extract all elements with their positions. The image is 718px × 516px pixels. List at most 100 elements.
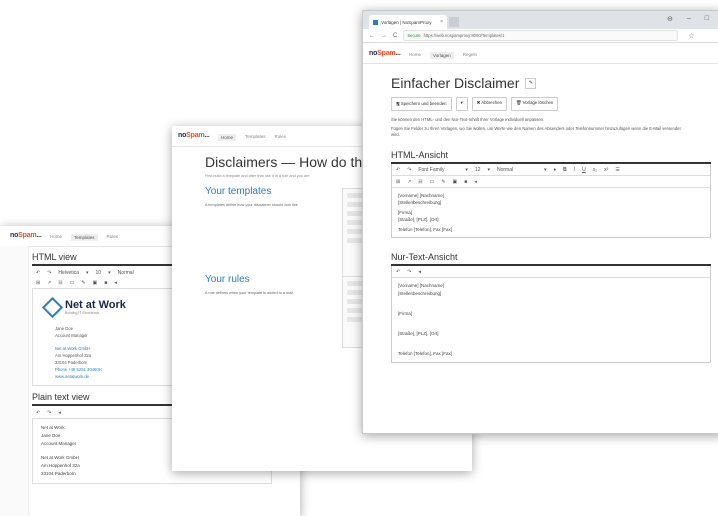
minimize-button[interactable]: – [687,15,691,23]
frame-icon[interactable]: ▭ [70,280,75,286]
side-strip [0,246,29,516]
font-family-select[interactable]: Helvetica [58,270,79,276]
templates-heading[interactable]: Your templates [205,186,271,197]
editor-line: [Straße], [PLZ], [Ort] [398,331,439,336]
logo-mark-icon [41,296,64,319]
editor-line: Telefon [Telefon], Fax [Fax] [398,227,453,232]
align-icon[interactable]: ☰ [615,167,619,173]
nav-home[interactable]: Home [409,52,421,59]
template-editor: Einfacher Disclaimer ✎ 🖫 Speichern und b… [391,63,711,363]
nospam-logo[interactable]: noSpam... [178,132,210,139]
chevron-down-icon[interactable]: ▾ [487,167,490,173]
new-tab-button[interactable] [449,17,459,27]
browser-tabstrip: Vorlagen | NoSpamProxy × ⊖ – □ [363,11,718,29]
maximize-button[interactable]: □ [705,15,709,23]
forward-icon[interactable]: → [381,33,387,39]
table-icon[interactable]: ⊞ [36,280,40,286]
nav-vorlagen[interactable]: Vorlagen [430,52,454,59]
editor-line: [Straße], [PLZ], [Ort] [398,217,439,222]
bookmark-star-icon[interactable]: ☆ [688,32,694,40]
redo-icon[interactable]: ↷ [407,269,411,275]
underline-icon[interactable]: U [582,167,586,173]
field-icon[interactable]: ◂ [114,280,117,286]
font-size-select[interactable]: 10 [96,270,102,276]
undo-icon[interactable]: ↶ [396,167,400,173]
save-dropdown-button[interactable]: ▾ [455,97,468,111]
close-tab-icon[interactable]: × [440,19,443,25]
undo-icon[interactable]: ↶ [396,269,400,275]
field-icon[interactable]: ◂ [58,410,61,416]
chevron-down-icon[interactable]: ▾ [544,167,547,173]
grid-icon[interactable]: ⊟ [418,179,422,185]
editor-line: [Vorname] [Nachname] [398,193,445,198]
link-icon[interactable]: ↗ [407,179,411,185]
page-title-row: Einfacher Disclaimer ✎ [391,75,711,91]
nav-home[interactable]: Home [50,234,62,241]
image-icon[interactable]: ▣ [93,280,98,286]
nospam-logo[interactable]: noSpam... [10,232,42,239]
nav-templates[interactable]: Templates [71,234,98,241]
bold-icon[interactable]: B [563,167,567,173]
main-nav: Home Templates Rules [218,134,286,141]
undo-icon[interactable]: ↶ [36,410,40,416]
redo-icon[interactable]: ↷ [47,410,51,416]
italic-icon[interactable]: I [574,167,575,173]
nav-home[interactable]: Home [218,134,237,141]
nav-regeln[interactable]: Regeln [463,52,477,59]
table-icon[interactable]: ⊞ [396,179,400,185]
edit-title-icon[interactable]: ✎ [525,77,537,89]
plain-editor-panel: ↶ ↷ ◂ [Vorname] [Nachname] [Stellenbesch… [391,266,711,363]
image-icon[interactable]: ▣ [453,179,458,185]
field-icon[interactable]: ◂ [474,179,477,185]
link-icon[interactable]: ↗ [47,280,51,286]
url-text: https://web.nospamproxy:8000/Templates/1 [423,33,505,38]
color-icon[interactable]: ♦ [554,167,557,173]
plain-editor-body[interactable]: [Vorname] [Nachname] [Stellenbeschreibun… [392,278,710,362]
editor-line: [Firma] [398,210,412,215]
delete-template-button[interactable]: 🗑 Vorlage löschen [511,97,559,111]
html-toolbar: ↶ ↷ Font Family ▾ 12 ▾ Normal ▾ ♦ B I U … [392,164,710,176]
reload-icon[interactable]: C [393,33,397,39]
editor-line: [Stellenbeschreibung] [398,200,442,205]
editor-line: [Stellenbeschreibung] [398,291,442,296]
back-icon[interactable]: ← [369,33,375,39]
editor-line: [Firma] [398,311,412,316]
video-icon[interactable]: ■ [104,280,107,286]
format-select[interactable]: Normal [497,167,537,173]
browser-tab[interactable]: Vorlagen | NoSpamProxy × [369,15,447,29]
nav-rules[interactable]: Rules [275,134,287,141]
editor-line: Telefon [Telefon], Fax [Fax] [398,351,453,356]
nospam-logo[interactable]: noSpam... [369,50,401,57]
nav-rules[interactable]: Rules [107,234,119,241]
cancel-button[interactable]: ✖ Abbrechen [471,97,508,111]
profile-icon[interactable]: ⊖ [667,15,673,23]
url-field[interactable]: Secure https://web.nospamproxy:8000/Temp… [403,30,679,41]
redo-icon[interactable]: ↷ [407,167,411,173]
font-size-select[interactable]: 12 [475,167,481,173]
plain-line: 33104 Paderborn [41,471,76,476]
nav-templates[interactable]: Templates [245,134,266,141]
main-nav: Home Templates Rules [50,234,118,241]
chevron-down-icon[interactable]: ▾ [465,167,468,173]
redo-icon[interactable]: ↷ [47,270,51,276]
frame-icon[interactable]: ▭ [430,179,435,185]
undo-icon[interactable]: ↶ [36,270,40,276]
superscript-icon[interactable]: x² [604,167,608,173]
field-icon[interactable]: ◂ [418,269,421,275]
format-select[interactable]: Normal [118,270,134,276]
window-controls: ⊖ – □ [667,15,709,23]
html-editor-body[interactable]: [Vorname] [Nachname] [Stellenbeschreibun… [392,188,710,237]
pen-icon[interactable]: ✎ [81,280,85,286]
main-nav: Home Vorlagen Regeln [409,52,477,59]
html-view-heading: HTML-Ansicht [391,150,711,164]
html-editor-panel: ↶ ↷ Font Family ▾ 12 ▾ Normal ▾ ♦ B I U … [391,164,711,238]
chevron-down-icon[interactable]: ▾ [86,270,89,276]
chevron-down-icon[interactable]: ▾ [108,270,111,276]
pen-icon[interactable]: ✎ [441,179,445,185]
video-icon[interactable]: ■ [464,179,467,185]
save-and-close-button[interactable]: 🖫 Speichern und beenden [391,97,452,111]
grid-icon[interactable]: ⊟ [58,280,62,286]
rules-heading[interactable]: Your rules [205,274,250,285]
subscript-icon[interactable]: x₂ [593,167,597,173]
font-family-select[interactable]: Font Family [418,167,458,173]
